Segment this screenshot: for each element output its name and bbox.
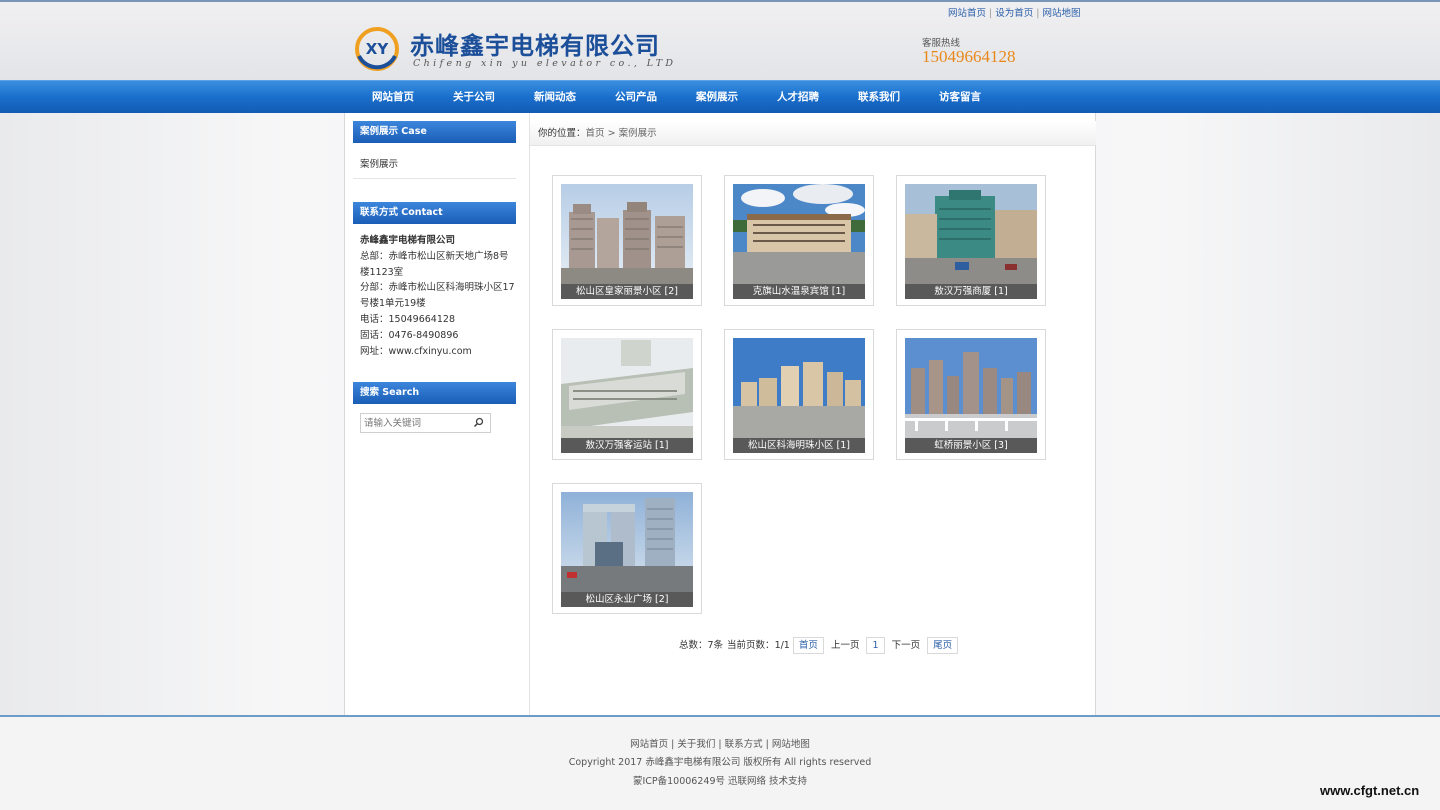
case-card[interactable]: 松山区科海明珠小区 [1]	[724, 329, 874, 460]
footer-link-sitemap[interactable]: 网站地图	[772, 739, 810, 750]
search-box	[360, 413, 491, 433]
top-link-set-home[interactable]: 设为首页	[995, 8, 1033, 19]
site-header: 网站首页 | 设为首页 | 网站地图 XY 赤峰鑫宇电梯有限公司 Chifeng xin…	[0, 2, 1440, 80]
case-card[interactable]: 松山区永业广场 [2]	[552, 483, 702, 614]
case-caption[interactable]: 虹桥丽景小区 [3]	[905, 438, 1037, 453]
nav-item-about[interactable]: 关于公司	[453, 81, 495, 114]
case-photo[interactable]	[561, 338, 693, 438]
contact-hq-line2: 楼1123室	[360, 267, 404, 278]
pager-last-button[interactable]: 尾页	[927, 637, 959, 654]
contact-website[interactable]: 网址：www.cfxinyu.com	[360, 344, 472, 360]
search-input[interactable]	[361, 414, 465, 432]
case-caption[interactable]: 松山区永业广场 [2]	[561, 592, 693, 607]
company-logo-icon[interactable]: XY	[354, 26, 400, 72]
case-caption[interactable]: 克旗山水温泉宾馆 [1]	[733, 284, 865, 299]
case-photo[interactable]	[905, 184, 1037, 284]
pager-current-label: 当前页数：	[727, 640, 775, 651]
nav-item-news[interactable]: 新闻动态	[534, 81, 576, 114]
case-caption[interactable]: 敖汉万强商厦 [1]	[905, 284, 1037, 299]
footer-copyright: Copyright 2017 赤峰鑫宇电梯有限公司 版权所有 All right…	[568, 757, 872, 768]
pager-first-button[interactable]: 首页	[792, 637, 824, 654]
sidebar-item-cases[interactable]: 案例展示	[360, 157, 398, 173]
case-card[interactable]: 敖汉万强客运站 [1]	[552, 329, 702, 460]
breadcrumb-current[interactable]: 案例展示	[619, 128, 657, 139]
sidebar-search-heading: 搜索 Search	[353, 382, 516, 404]
contact-branch-line2: 号楼1单元19楼	[360, 298, 426, 309]
contact-branch-line1: 分部：赤峰市松山区科海明珠小区17	[360, 282, 515, 293]
contact-phone: 电话：15049664128	[360, 314, 455, 325]
case-photo[interactable]	[561, 184, 693, 284]
sidebar-contact-heading: 联系方式 Contact	[353, 202, 516, 224]
case-card[interactable]: 敖汉万强商厦 [1]	[896, 175, 1046, 306]
nav-item-jobs[interactable]: 人才招聘	[777, 81, 819, 114]
case-photo[interactable]	[733, 184, 865, 284]
case-photo[interactable]	[561, 492, 693, 592]
sidebar-case-heading: 案例展示 Case	[353, 121, 516, 143]
company-name[interactable]: 赤峰鑫宇电梯有限公司	[410, 26, 660, 61]
footer-link-home[interactable]: 网站首页	[630, 739, 668, 750]
top-link-sitemap[interactable]: 网站地图	[1042, 8, 1080, 19]
pagination: 总数：7条 当前页数：1/1 首页 上一页 1 下一页 尾页	[675, 637, 959, 655]
nav-item-guestbook[interactable]: 访客留言	[939, 81, 981, 114]
footer-icp[interactable]: 蒙ICP备10006249号 迅联网络 技术支持	[0, 773, 1440, 787]
contact-company: 赤峰鑫宇电梯有限公司	[360, 235, 456, 246]
case-photo[interactable]	[905, 338, 1037, 438]
case-card[interactable]: 克旗山水温泉宾馆 [1]	[724, 175, 874, 306]
case-photo[interactable]	[733, 338, 865, 438]
divider	[353, 178, 516, 179]
logo-mark-text: XY	[366, 40, 390, 58]
nav-item-products[interactable]: 公司产品	[615, 81, 657, 114]
contact-landline: 固话：0476-8490896	[360, 330, 459, 341]
search-icon[interactable]	[473, 417, 484, 428]
pager-total: 总数：7条	[679, 640, 724, 651]
case-card[interactable]: 松山区皇家丽景小区 [2]	[552, 175, 702, 306]
contact-hq-line1: 总部：赤峰市松山区新天地广场8号	[360, 251, 509, 262]
watermark-text: www.cfgt.net.cn	[1320, 783, 1420, 798]
footer-link-contact[interactable]: 联系方式	[725, 739, 763, 750]
nav-item-cases[interactable]: 案例展示	[696, 81, 738, 114]
breadcrumb: 你的位置：首页 > 案例展示	[530, 121, 1096, 146]
top-links: 网站首页 | 设为首页 | 网站地图	[948, 8, 1081, 19]
case-caption[interactable]: 松山区科海明珠小区 [1]	[733, 438, 865, 453]
pager-prev-button[interactable]: 上一页	[831, 637, 860, 655]
case-caption[interactable]: 敖汉万强客运站 [1]	[561, 438, 693, 453]
case-card[interactable]: 虹桥丽景小区 [3]	[896, 329, 1046, 460]
breadcrumb-separator: >	[607, 128, 616, 139]
pager-page-1[interactable]: 1	[866, 637, 885, 654]
breadcrumb-home[interactable]: 首页	[586, 128, 605, 139]
pager-current: 1/1	[774, 640, 790, 651]
footer-links: 网站首页 | 关于我们 | 联系方式 | 网站地图	[630, 739, 810, 750]
company-name-en: Chifeng xin yu elevator co., LTD	[413, 58, 677, 69]
hotline-number: 15049664128	[922, 47, 1016, 66]
main-nav: 网站首页 关于公司 新闻动态 公司产品 案例展示 人才招聘 联系我们 访客留言	[0, 80, 1440, 113]
case-caption[interactable]: 松山区皇家丽景小区 [2]	[561, 284, 693, 299]
sidebar-divider	[529, 113, 530, 716]
top-link-home[interactable]: 网站首页	[948, 8, 986, 19]
pager-next-button[interactable]: 下一页	[892, 637, 921, 655]
site-footer: 网站首页 | 关于我们 | 联系方式 | 网站地图 Copyright 2017…	[0, 717, 1440, 810]
footer-link-about[interactable]: 关于我们	[677, 739, 715, 750]
breadcrumb-label: 你的位置：	[538, 128, 586, 139]
main-content: 案例展示 Case 案例展示 联系方式 Contact 赤峰鑫宇电梯有限公司 总…	[344, 113, 1096, 716]
nav-item-contact[interactable]: 联系我们	[858, 81, 900, 114]
nav-item-home[interactable]: 网站首页	[372, 81, 414, 114]
